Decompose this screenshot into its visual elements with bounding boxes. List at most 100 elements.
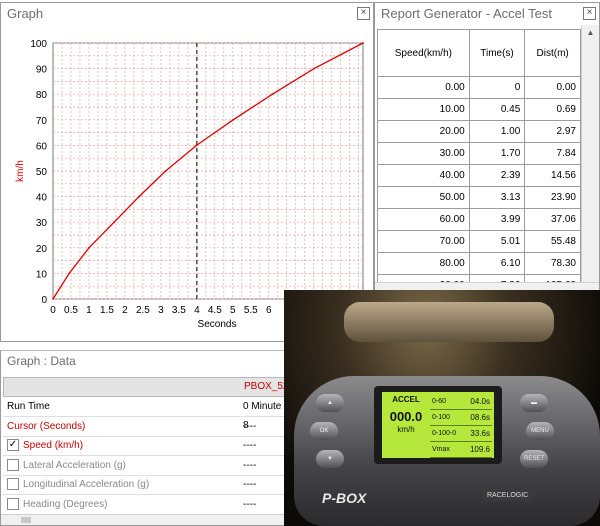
data-header-row: PBOX_524 <box>3 377 294 397</box>
screen-result-value: 04.0s <box>470 397 490 406</box>
x-tick-label: 2 <box>122 305 128 316</box>
data-row-label: Heading (Degrees) <box>23 498 108 510</box>
y-tick-label: 90 <box>36 65 48 76</box>
x-tick-label: 4 <box>194 305 200 316</box>
scrollbar-thumb[interactable] <box>21 517 31 523</box>
menu-button: MENU <box>526 422 554 440</box>
table-cell: 30.00 <box>377 142 470 165</box>
table-cell: 0.45 <box>468 98 526 121</box>
screen-result-row: Vmax 109.6 <box>430 442 492 458</box>
data-point <box>52 298 54 300</box>
horizontal-scrollbar[interactable] <box>1 514 291 525</box>
data-point <box>195 144 198 147</box>
table-cell: 50.00 <box>377 186 470 209</box>
table-cell: 2.97 <box>524 120 581 143</box>
table-cell: 3.13 <box>468 186 526 209</box>
data-row[interactable]: Heading (Degrees) ---- <box>3 495 287 515</box>
table-cell: 70.00 <box>377 230 470 253</box>
y-tick-label: 50 <box>36 167 48 178</box>
data-point <box>88 246 90 249</box>
x-tick-label: 0 <box>50 305 56 316</box>
down-button: ▼ <box>316 450 344 468</box>
y-tick-label: 20 <box>36 244 48 255</box>
data-row-label: Cursor (Seconds) <box>7 420 86 432</box>
table-cell: 23.90 <box>524 186 581 209</box>
x-tick-label: 5.5 <box>244 305 258 316</box>
table-row: 50.00 3.13 23.90 <box>377 186 581 209</box>
vertical-scrollbar[interactable]: ▲ <box>581 25 599 287</box>
table-cell: 0 <box>468 76 526 99</box>
checkbox[interactable] <box>7 458 19 471</box>
checkbox[interactable] <box>7 497 19 510</box>
data-point <box>68 272 71 275</box>
table-row: 20.00 1.00 2.97 <box>377 120 581 143</box>
data-point <box>138 195 140 198</box>
table-cell: 10.00 <box>377 98 470 121</box>
data-row[interactable]: ✓ Speed (km/h) ---- <box>3 436 287 456</box>
table-cell: 1.70 <box>468 142 526 165</box>
y-tick-label: 100 <box>30 39 47 50</box>
table-cell: 60.00 <box>377 208 470 231</box>
checkbox[interactable]: ✓ <box>7 439 19 451</box>
screen-result-row: 0-60 04.0s <box>430 394 492 410</box>
y-tick-label: 0 <box>41 295 47 306</box>
report-generator-window: Report Generator - Accel Test × Speed(km… <box>374 2 600 294</box>
graph-titlebar: Graph × <box>1 3 373 25</box>
y-tick-label: 60 <box>36 141 48 152</box>
table-cell: 80.00 <box>377 252 470 275</box>
table-cell: 37.06 <box>524 208 581 231</box>
screen-result-value: 08.6s <box>470 413 490 422</box>
pbox-device-photo: ACCEL 000.0 km/h 0-60 04.0s 0-100 08.6s 0-10… <box>284 290 600 526</box>
up-button: ▲ <box>316 394 344 412</box>
screen-result-label: 0-60 <box>432 398 447 405</box>
screen-speed: 000.0 <box>389 409 423 424</box>
screen-unit: km/h <box>397 425 415 434</box>
table-cell: 2.39 <box>468 164 526 187</box>
close-icon[interactable]: × <box>583 7 596 20</box>
data-row[interactable]: Lateral Acceleration (g) ---- <box>3 456 287 476</box>
screen-result-value: 33.6s <box>470 429 490 438</box>
report-title: Report Generator - Accel Test <box>381 6 553 21</box>
y-tick-label: 70 <box>36 116 48 127</box>
x-tick-label: 0.5 <box>64 305 78 316</box>
table-cell: 7.84 <box>524 142 581 165</box>
data-point <box>313 67 315 70</box>
data-row-value: ---- <box>243 498 257 510</box>
x-tick-label: 1 <box>86 305 92 316</box>
device-screen: ACCEL 000.0 km/h 0-60 04.0s 0-100 08.6s 0-10… <box>382 392 494 458</box>
column-header: Time(s) <box>468 29 526 77</box>
plot-area <box>52 42 364 300</box>
table-cell: 40.00 <box>377 164 470 187</box>
table-cell: 0.69 <box>524 98 581 121</box>
screen-result-label: 0-100-0 <box>432 430 457 437</box>
table-cell: 0.00 <box>377 76 470 99</box>
maker-logo: RACELOGIC <box>482 490 534 501</box>
brand-logo: P-BOX <box>322 490 367 506</box>
table-cell: 6.10 <box>468 252 526 275</box>
table-cell: 5.01 <box>468 230 526 253</box>
table-cell: 55.48 <box>524 230 581 253</box>
column-header: Dist(m) <box>524 29 581 77</box>
checkbox[interactable] <box>7 478 19 490</box>
accel-results-table: Speed(km/h) Time(s) Dist(m) 0.00 0 0.00 10.00… <box>377 29 581 293</box>
x-tick-label: 2.5 <box>136 305 150 316</box>
table-header-row: Speed(km/h) Time(s) Dist(m) <box>377 29 581 77</box>
graph-title: Graph <box>7 6 44 21</box>
data-row[interactable]: Longitudinal Acceleration (g) ---- <box>3 475 287 495</box>
x-tick-label: 3.5 <box>172 305 186 316</box>
y-axis-label: km/h <box>15 160 26 182</box>
screen-results: 0-60 04.0s 0-100 08.6s 0-100-0 33.6s Vmax 109.6 <box>430 394 492 458</box>
x-tick-label: 1.5 <box>100 305 114 316</box>
table-row: 10.00 0.45 0.69 <box>377 98 581 121</box>
data-row-label: Longitudinal Acceleration (g) <box>23 479 150 490</box>
data-point <box>164 170 167 172</box>
photo-mount-strip <box>344 302 554 342</box>
close-icon[interactable]: × <box>357 7 370 20</box>
y-tick-label: 10 <box>36 269 48 280</box>
scroll-up-icon[interactable]: ▲ <box>582 25 599 41</box>
table-row: 40.00 2.39 14.56 <box>377 164 581 187</box>
table-cell: 20.00 <box>377 120 470 143</box>
screen-result-label: Vmax <box>432 446 450 453</box>
data-window-title: Graph : Data <box>7 354 76 368</box>
table-row: 80.00 6.10 78.30 <box>377 252 581 275</box>
